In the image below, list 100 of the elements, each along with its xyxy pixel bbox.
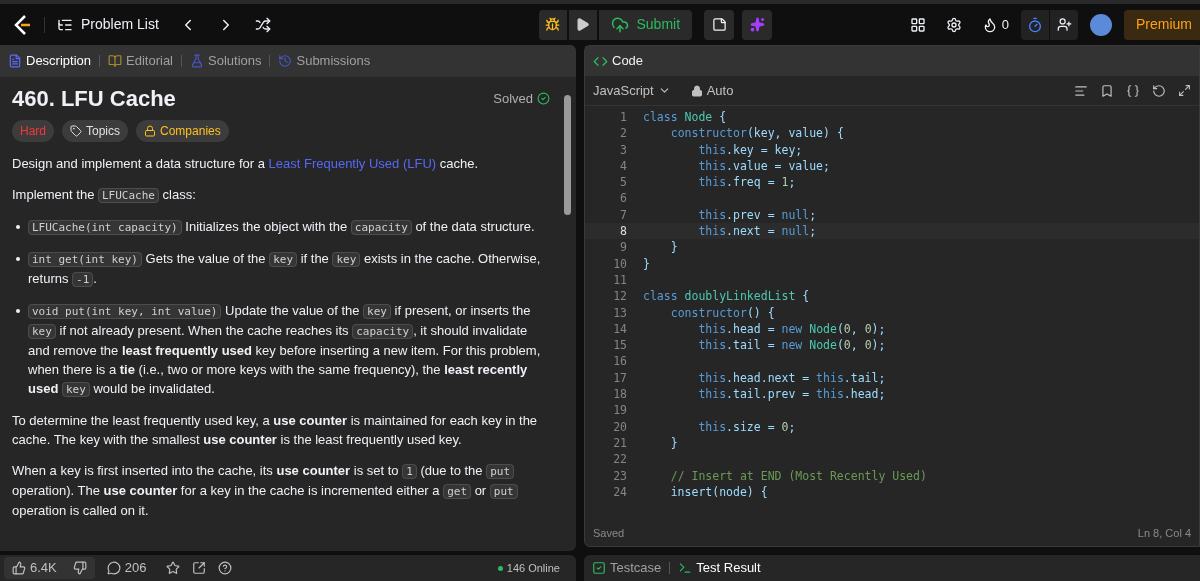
flask-icon	[190, 54, 204, 68]
line-number: 2	[619, 125, 628, 142]
description-paragraph: When a key is first inserted into the cache, its use counter is set to 1 (due to the put operation). The use counter for a key in the cache is incremented either a get or put operation is called on it.	[12, 461, 550, 520]
comments-button[interactable]: 206	[106, 558, 147, 578]
code-line: constructor() {	[669, 304, 775, 321]
problem-list-button[interactable]: Problem List	[57, 14, 159, 35]
description-bullet: LFUCache(int capacity) Initializes the object with the capacity of the data structure.	[28, 217, 535, 237]
format-icon[interactable]	[1074, 83, 1088, 98]
shuffle-icon[interactable]	[254, 16, 271, 33]
logo-icon[interactable]	[12, 13, 32, 36]
share-icon[interactable]	[192, 561, 207, 575]
line-number: 19	[612, 402, 628, 419]
line-number: 7	[619, 206, 628, 224]
check-circle-icon	[537, 92, 550, 105]
cloud-upload-icon	[610, 15, 629, 34]
star-icon[interactable]	[166, 561, 181, 575]
timer-button[interactable]	[1021, 9, 1049, 40]
online-count: 146 Online	[506, 560, 560, 576]
sparkle-button[interactable]	[742, 9, 773, 40]
code-line: this.freq = 1;	[697, 174, 796, 191]
invite-button[interactable]	[1050, 9, 1078, 40]
terminal-icon	[678, 561, 693, 575]
code-line: constructor(key, value) {	[669, 125, 844, 142]
code-line: }	[669, 434, 678, 452]
add-user-icon	[1056, 17, 1072, 32]
code-line: this.value = value;	[697, 157, 830, 175]
code-line: this.tail.prev = this.head;	[697, 386, 886, 403]
line-number: 13	[612, 304, 628, 321]
auto-mode-button[interactable]: Auto	[690, 80, 734, 101]
language-select[interactable]: JavaScript	[593, 80, 671, 101]
cursor-position: Ln 8, Col 4	[1137, 525, 1191, 541]
problem-title: 460. LFU Cache	[12, 89, 176, 108]
code-line: this.prev = null;	[697, 206, 817, 224]
bullet-icon	[16, 225, 20, 229]
description-paragraph: To determine the least frequently used key, a use counter is maintained for each key in the cache. The key with the smallest use counter is the least frequently used key.	[12, 412, 539, 449]
problem-tag[interactable]: Companies	[136, 120, 229, 142]
line-number: 22	[612, 451, 628, 468]
code-line: class doublyLinkedList {	[642, 288, 810, 305]
line-number: 6	[619, 190, 628, 207]
braces-icon[interactable]	[1126, 83, 1140, 98]
line-number: 15	[612, 337, 628, 354]
panel-tab[interactable]: Editorial	[108, 51, 173, 71]
tag-icon	[70, 125, 82, 137]
expand-icon[interactable]	[1178, 84, 1191, 97]
settings-icon[interactable]	[945, 16, 962, 33]
checkbox-icon	[592, 561, 606, 575]
premium-button[interactable]: Premium	[1124, 9, 1200, 40]
code-line: // Insert at END (Most Recently Used)	[669, 467, 927, 484]
avatar[interactable]	[1090, 13, 1112, 36]
bookmark-icon[interactable]	[1100, 83, 1114, 98]
lock-icon	[144, 125, 157, 137]
code-line: this.size = 0;	[697, 418, 796, 435]
panel-tab[interactable]: Submissions	[278, 51, 371, 71]
book-icon	[108, 54, 123, 68]
code-line: class Node {	[642, 109, 727, 126]
line-number: 3	[619, 141, 628, 158]
code-line: this.next = null;	[697, 223, 817, 240]
line-number: 16	[612, 353, 628, 370]
line-number: 24	[612, 483, 628, 501]
line-number: 10	[612, 255, 628, 272]
panel-tab[interactable]: Test Result	[678, 558, 761, 578]
line-number: 17	[612, 369, 628, 387]
line-number: 11	[612, 271, 628, 289]
line-number: 5	[619, 174, 628, 191]
line-number: 8	[619, 223, 628, 240]
line-number: 14	[612, 320, 628, 338]
line-number: 21	[612, 434, 628, 452]
help-icon[interactable]	[218, 561, 233, 575]
lock-icon	[690, 84, 703, 97]
streak-counter[interactable]: 0	[981, 14, 1009, 35]
description-bullet: void put(int key, int value) Update the value of the key if present, or inserts the key if not already present. When the cache reaches its capacity , it should invalidate and remove the least frequently used key before inserting a new item. For this problem, when there is a tie (i.e., two or more keys with the same frequency), the least recently used key would be invalidated.	[28, 302, 542, 399]
description-paragraph: Implement the LFUCache class:	[12, 186, 197, 205]
play-icon	[575, 17, 590, 32]
code-line: insert(node) {	[669, 483, 768, 501]
code-line: this.head.next = this.tail;	[697, 369, 886, 387]
submit-button[interactable]: Submit	[598, 9, 693, 40]
note-button[interactable]	[704, 9, 735, 40]
run-button[interactable]	[568, 9, 597, 40]
description-bullet: int get(int key) Gets the value of the key if the key exists in the cache. Otherwise, returns -1 .	[28, 250, 542, 289]
panel-tab[interactable]: Testcase	[592, 558, 662, 578]
note-icon	[711, 17, 727, 32]
line-number: 9	[619, 239, 628, 256]
sparkle-icon	[749, 17, 765, 32]
code-line: this.key = key;	[697, 141, 803, 158]
panel-tab[interactable]: Description	[8, 51, 92, 71]
line-number: 4	[619, 157, 628, 175]
layout-icon[interactable]	[909, 16, 926, 33]
debug-button[interactable]	[538, 9, 567, 40]
thumbs-down-icon	[72, 561, 87, 575]
line-number: 20	[612, 418, 628, 435]
reset-icon[interactable]	[1152, 83, 1166, 98]
stopwatch-icon	[1027, 16, 1043, 33]
solved-status: Solved	[493, 89, 550, 108]
code-line: }	[669, 239, 678, 256]
panel-tab[interactable]: Solutions	[190, 51, 262, 71]
document-icon	[8, 54, 22, 68]
save-status: Saved	[593, 525, 625, 541]
code-line: this.head = new Node(0, 0);	[697, 320, 886, 338]
problem-tag[interactable]: Topics	[62, 120, 129, 142]
speech-bubble-icon	[106, 561, 121, 575]
